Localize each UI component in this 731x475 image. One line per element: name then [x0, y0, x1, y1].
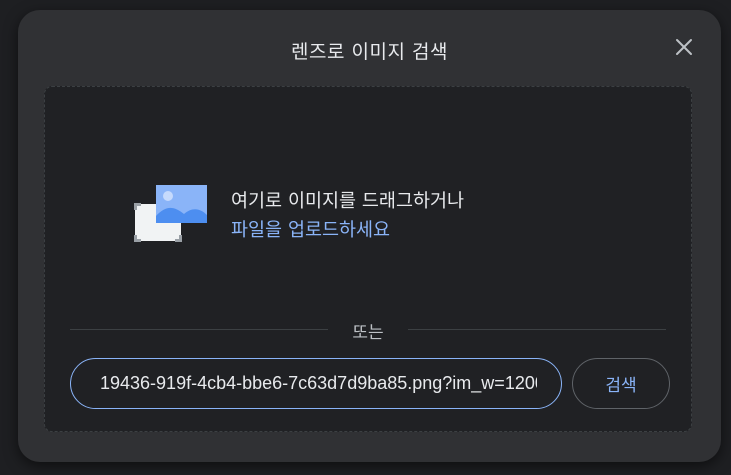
or-text: 또는	[352, 323, 384, 343]
image-search-dialog: 렌즈로 이미지 검색 여기로 이미지를 드래그하거나 파일을 업로드하세요 또는…	[18, 10, 721, 462]
close-button[interactable]	[674, 37, 694, 57]
close-icon	[676, 39, 692, 55]
or-divider: 또는	[70, 317, 666, 343]
drop-instructions: 여기로 이미지를 드래그하거나 파일을 업로드하세요	[231, 187, 464, 245]
drag-instruction-text: 여기로 이미지를 드래그하거나	[231, 191, 465, 212]
dialog-title: 렌즈로 이미지 검색	[291, 41, 448, 63]
image-url-input[interactable]	[70, 358, 562, 409]
search-button[interactable]: 검색	[572, 358, 670, 409]
image-drop-zone[interactable]: 여기로 이미지를 드래그하거나 파일을 업로드하세요 또는 검색	[44, 86, 692, 432]
upload-file-link[interactable]: 파일을 업로드하세요	[231, 216, 390, 245]
image-upload-icon	[134, 185, 207, 242]
divider-line-right	[408, 329, 666, 330]
